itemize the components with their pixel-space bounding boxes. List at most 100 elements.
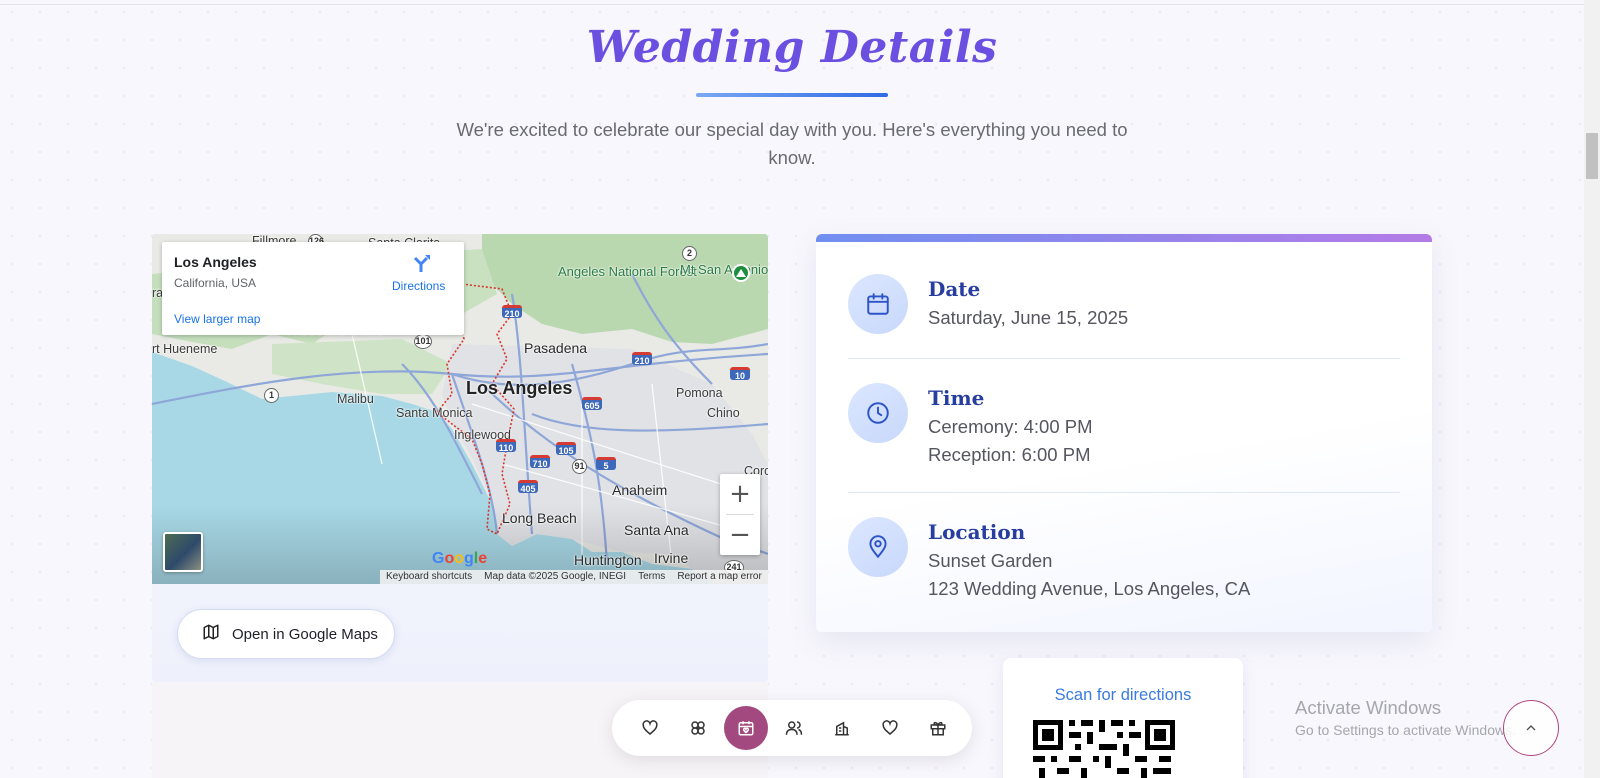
gift-icon	[930, 721, 946, 736]
directions-icon[interactable]	[410, 252, 432, 274]
nav-calendar-button[interactable]	[724, 706, 768, 750]
title-underline	[696, 93, 888, 97]
venue-name: Sunset Garden	[928, 550, 1053, 571]
satellite-view-toggle[interactable]	[163, 532, 203, 572]
nav-gift-button[interactable]	[916, 706, 960, 750]
time-label: Time	[928, 386, 985, 410]
view-larger-map-link[interactable]: View larger map	[174, 312, 260, 326]
chevron-up-icon	[1526, 725, 1536, 731]
map-pin-icon	[848, 517, 908, 577]
map-label-santa-monica: Santa Monica	[396, 406, 473, 420]
heart-icon	[642, 720, 658, 735]
keyboard-shortcuts-link[interactable]: Keyboard shortcuts	[386, 571, 472, 583]
qr-directions-card: Scan for directions	[1003, 658, 1243, 778]
page-top-border	[0, 4, 1586, 5]
scroll-to-top-button[interactable]	[1503, 700, 1559, 756]
nav-favorites-button[interactable]	[868, 706, 912, 750]
reception-time: Reception: 6:00 PM	[928, 444, 1091, 465]
page-scrollbar[interactable]	[1584, 0, 1600, 778]
terms-link[interactable]: Terms	[638, 571, 665, 583]
google-logo-letter: g	[464, 550, 474, 567]
map-label-pasadena: Pasadena	[524, 340, 588, 356]
section-title: Wedding Details	[586, 22, 998, 73]
route-shield-605: 605	[582, 397, 602, 411]
nav-flower-button[interactable]	[676, 706, 720, 750]
heart-icon	[882, 720, 898, 735]
google-logo-letter: e	[478, 550, 488, 567]
embedded-map[interactable]: Fillmore Santa Clarita ra Angeles Nation…	[152, 234, 768, 584]
location-label: Location	[928, 520, 1026, 544]
scrollbar-thumb[interactable]	[1586, 133, 1598, 179]
map-zoom-controls: + −	[720, 474, 760, 555]
route-shield-210a: 210	[502, 305, 522, 319]
zoom-out-button[interactable]: −	[720, 515, 760, 555]
map-card: Fillmore Santa Clarita ra Angeles Nation…	[152, 234, 768, 682]
map-label-huntington: Huntington	[574, 552, 642, 568]
route-shield-10: 10	[730, 367, 750, 381]
windows-activation-watermark: Activate Windows Go to Settings to activ…	[1295, 697, 1516, 738]
detail-date: Date Saturday, June 15, 2025	[848, 274, 1400, 344]
watermark-line-2: Go to Settings to activate Windows.	[1295, 722, 1516, 738]
map-footer: Keyboard shortcuts Map data ©2025 Google…	[380, 570, 768, 584]
ceremony-time: Ceremony: 4:00 PM	[928, 416, 1093, 437]
detail-location: Location Sunset Garden 123 Wedding Avenu…	[848, 517, 1400, 607]
route-shield-1: 1	[264, 388, 279, 403]
open-google-maps-label: Open in Google Maps	[232, 625, 378, 643]
map-label-chino: Chino	[707, 406, 740, 420]
route-shield-101: 101	[414, 334, 432, 349]
route-shield-210b: 210	[632, 352, 652, 366]
map-data-attribution: Map data ©2025 Google, INEGI	[484, 571, 627, 582]
map-label-port-hueneme: rt Hueneme	[152, 342, 218, 356]
route-shield-110: 110	[496, 439, 516, 453]
details-divider	[848, 492, 1400, 493]
clock-icon	[848, 383, 908, 443]
map-park-marker-icon	[732, 264, 750, 282]
map-place-name: Los Angeles	[174, 254, 257, 270]
route-shield-2: 2	[682, 246, 697, 261]
map-label-santa-ana: Santa Ana	[624, 522, 689, 538]
venue-address: 123 Wedding Avenue, Los Angeles, CA	[928, 578, 1251, 599]
wedding-details-card: Date Saturday, June 15, 2025 Time Ceremo…	[816, 234, 1432, 632]
google-logo-letter: G	[432, 550, 445, 567]
details-divider	[848, 358, 1400, 359]
route-shield-405: 405	[518, 480, 538, 494]
report-map-error-link[interactable]: Report a map error	[677, 571, 761, 583]
open-google-maps-button[interactable]: Open in Google Maps	[177, 609, 395, 659]
hotel-icon	[835, 721, 849, 736]
card-accent-bar	[816, 234, 1432, 242]
map-place-card: Los Angeles California, USA View larger …	[162, 242, 464, 335]
map-label-mt-san-antonio: Mt San Antonio	[680, 262, 768, 277]
map-label-anaheim: Anaheim	[612, 482, 668, 498]
calendar-heart-icon	[738, 721, 754, 736]
zoom-in-button[interactable]: +	[720, 474, 760, 514]
watermark-line-1: Activate Windows	[1295, 697, 1441, 718]
map-label-los-angeles: Los Angeles	[466, 378, 573, 398]
flower-icon	[691, 721, 705, 735]
map-label-angeles-forest: Angeles National Forest	[558, 264, 697, 279]
nav-guests-button[interactable]	[772, 706, 816, 750]
nav-hotel-button[interactable]	[820, 706, 864, 750]
map-label-irvine: Irvine	[654, 550, 689, 566]
google-logo-letter: o	[444, 550, 455, 567]
directions-link[interactable]: Directions	[392, 279, 445, 293]
qr-title: Scan for directions	[1054, 686, 1192, 704]
bottom-nav-bar	[612, 700, 972, 756]
calendar-icon	[848, 274, 908, 334]
detail-time: Time Ceremony: 4:00 PM Reception: 6:00 P…	[848, 383, 1400, 473]
route-shield-91: 91	[572, 459, 587, 474]
date-value: Saturday, June 15, 2025	[928, 307, 1129, 328]
map-icon	[202, 623, 220, 645]
route-shield-710: 710	[530, 455, 550, 469]
date-label: Date	[928, 277, 981, 301]
route-shield-5: 5	[596, 457, 616, 471]
google-logo-letter: o	[454, 550, 465, 567]
map-label-malibu: Malibu	[337, 392, 374, 406]
section-subtitle: We're excited to celebrate our special d…	[456, 119, 1128, 168]
route-shield-105: 105	[556, 442, 576, 456]
map-place-address: California, USA	[174, 276, 257, 290]
map-label-pomona: Pomona	[676, 386, 723, 400]
google-logo: Google	[432, 550, 487, 568]
nav-heart-button[interactable]	[628, 706, 672, 750]
qr-code-image	[1033, 720, 1175, 778]
users-icon	[785, 721, 803, 735]
